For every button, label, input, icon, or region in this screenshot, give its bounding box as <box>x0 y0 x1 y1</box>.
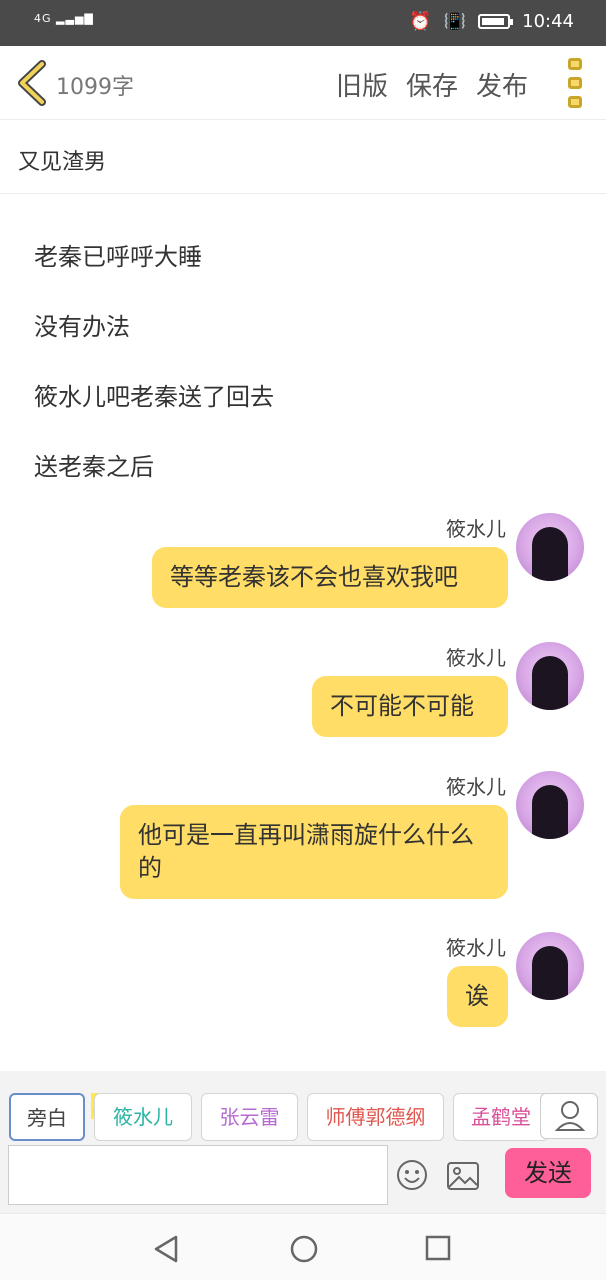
character-chip[interactable]: 孟鹤堂 <box>453 1093 549 1141</box>
nav-home-icon[interactable] <box>288 1233 320 1265</box>
vibrate-icon: 📳 <box>443 11 467 32</box>
publish-button[interactable]: 发布 <box>476 66 528 103</box>
word-count: 1099字 <box>56 75 134 100</box>
message-sender: 筱水儿 <box>446 775 506 799</box>
character-chip[interactable]: 张云雷 <box>201 1093 298 1141</box>
chapter-title-bar[interactable]: 又见渣男 <box>0 120 606 194</box>
person-icon <box>554 1101 586 1131</box>
editor-toolbar: 1099字 旧版 保存 发布 <box>0 46 606 120</box>
clock: 10:44 <box>522 11 574 32</box>
battery-icon <box>478 14 514 29</box>
narration-line: 送老秦之后 <box>34 453 154 481</box>
back-icon[interactable] <box>14 60 50 106</box>
system-nav-bar <box>0 1213 606 1280</box>
character-chip[interactable]: 师傅郭德纲 <box>307 1093 444 1141</box>
message-sender: 筱水儿 <box>446 646 506 670</box>
avatar[interactable] <box>516 932 584 1000</box>
more-menu-icon[interactable] <box>568 58 586 108</box>
save-button[interactable]: 保存 <box>406 66 458 103</box>
narration-line: 没有办法 <box>34 313 130 341</box>
input-row: 发送 <box>0 1143 606 1213</box>
message-bubble[interactable]: 等等老秦该不会也喜欢我吧 <box>152 547 508 608</box>
character-manage-button[interactable] <box>540 1093 598 1139</box>
narration-line: 筱水儿吧老秦送了回去 <box>34 383 274 411</box>
old-version-button[interactable]: 旧版 <box>336 66 388 103</box>
image-icon[interactable] <box>446 1161 480 1191</box>
network-type: 4G <box>34 12 52 25</box>
message-bubble[interactable]: 诶 <box>447 966 508 1027</box>
message-bubble[interactable]: 不可能不可能 <box>312 676 508 737</box>
message-input[interactable] <box>8 1145 388 1205</box>
avatar[interactable] <box>516 642 584 710</box>
send-button[interactable]: 发送 <box>505 1148 591 1198</box>
status-bar: 4G ▂▃▅▇ ⏰ 📳 10:44 <box>0 0 606 46</box>
alarm-icon: ⏰ <box>409 11 432 32</box>
message-sender: 筱水儿 <box>446 517 506 541</box>
nav-recents-icon[interactable] <box>424 1234 452 1262</box>
story-content[interactable]: 老秦已呼呼大睡 没有办法 筱水儿吧老秦送了回去 送老秦之后 筱水儿 等等老秦该不… <box>0 195 606 1071</box>
character-chip[interactable]: 筱水儿 <box>94 1093 192 1141</box>
avatar[interactable] <box>516 513 584 581</box>
emoji-icon[interactable] <box>396 1159 428 1191</box>
narration-line: 老秦已呼呼大睡 <box>34 243 202 271</box>
character-selector: 旁白 主 筱水儿 张云雷 师傅郭德纲 孟鹤堂 <box>0 1071 606 1143</box>
narration-chip[interactable]: 旁白 <box>9 1093 85 1141</box>
nav-back-icon[interactable] <box>152 1234 182 1264</box>
avatar[interactable] <box>516 771 584 839</box>
message-bubble[interactable]: 他可是一直再叫潇雨旋什么什么的 <box>120 805 508 899</box>
signal-icon: ▂▃▅▇ <box>56 12 94 25</box>
message-sender: 筱水儿 <box>446 936 506 960</box>
signal-indicator: 4G ▂▃▅▇ <box>34 12 94 25</box>
chapter-title: 又见渣男 <box>18 150 107 175</box>
